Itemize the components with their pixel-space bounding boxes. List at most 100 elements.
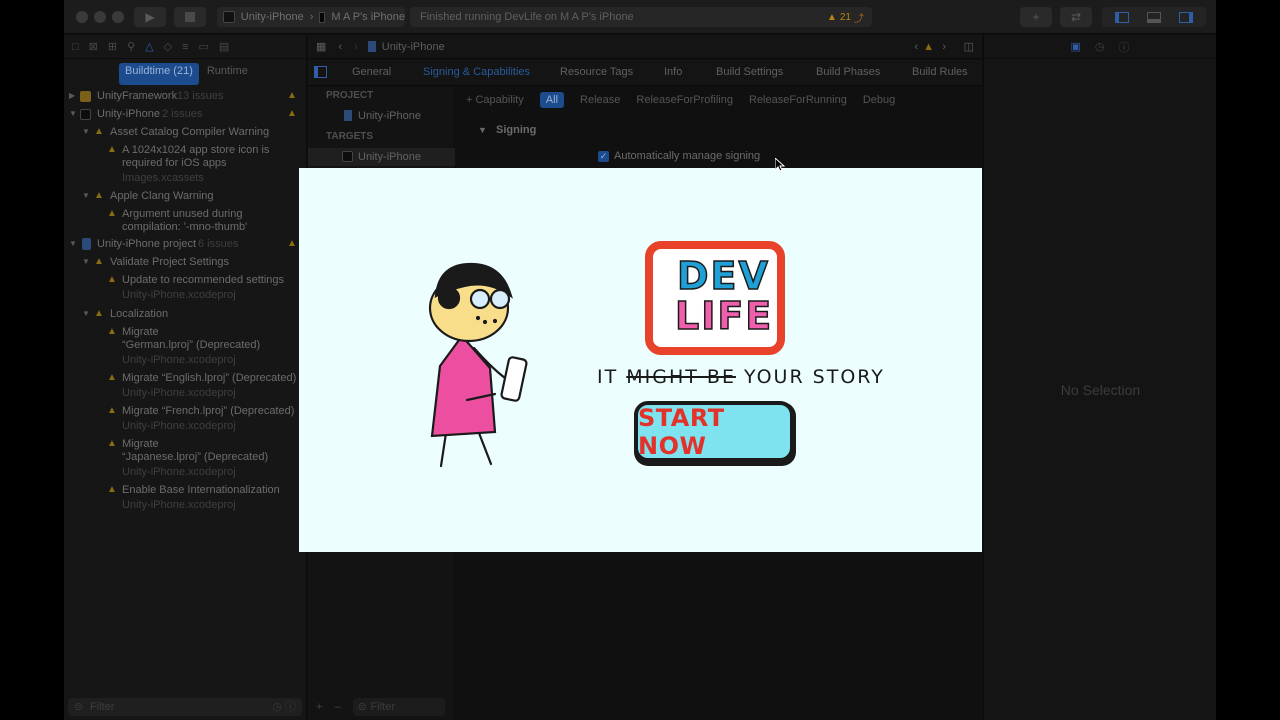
code-review-button[interactable]: ⇄ — [1060, 7, 1092, 27]
issue-category-title: Validate Project Settings — [110, 256, 230, 268]
disclosure-down-icon: ▼ — [82, 309, 90, 318]
breakpoint-icon[interactable]: ▭ — [199, 40, 209, 53]
source-control-icon[interactable]: ⊠ — [89, 40, 98, 53]
issue-item[interactable]: ▲ Migrate “French.lproj” (Deprecated) Un… — [64, 405, 307, 435]
forward-arrow-icon[interactable]: › — [354, 41, 358, 53]
auto-sign-checkbox[interactable]: ✓ — [598, 150, 609, 162]
warning-icon: ▲ — [107, 144, 117, 155]
report-icon[interactable]: ▤ — [219, 40, 229, 53]
issue-item[interactable]: ▲ Argument unused during compilation: '-… — [64, 208, 307, 236]
test-icon[interactable]: ◇ — [164, 40, 172, 53]
navigator-filter-field[interactable]: ⊜ Filter ◷ ⓘ — [68, 698, 302, 716]
tab-build-phases[interactable]: Build Phases — [816, 66, 880, 78]
left-leg — [439, 431, 448, 468]
runtime-tab[interactable]: Runtime — [201, 63, 254, 85]
issue-item[interactable]: ▲ Migrate “English.lproj” (Deprecated) U… — [64, 372, 307, 402]
warning-icon[interactable]: ▲ — [923, 41, 934, 53]
issue-prev-icon[interactable]: ‹ — [914, 41, 918, 53]
stop-button[interactable] — [174, 7, 206, 27]
issue-category-title: Asset Catalog Compiler Warning — [110, 126, 270, 138]
tab-signing-capabilities[interactable]: Signing & Capabilities — [423, 66, 530, 78]
warning-badge[interactable]: ▲ 21 ⤴ — [827, 10, 864, 25]
issue-item[interactable]: ▲ Update to recommended settings Unity-i… — [64, 274, 307, 304]
tagline-end: YOUR STORY — [744, 366, 885, 388]
add-editor-icon[interactable]: ◫ — [964, 40, 974, 53]
tab-resource-tags[interactable]: Resource Tags — [560, 66, 633, 78]
tab-build-rules[interactable]: Build Rules — [912, 66, 968, 78]
warning-filter-icon[interactable]: ⓘ — [285, 698, 296, 716]
status-text: Finished running DevLife on M A P's iPho… — [420, 11, 634, 23]
issue-file: Images.xcassets — [122, 172, 204, 184]
jump-bar: ▦ ‹ › Unity-iPhone ‹ ▲ › ◫ — [308, 35, 982, 59]
close-window-button[interactable] — [76, 11, 88, 23]
folder-icon[interactable]: □ — [72, 41, 79, 53]
tab-build-settings[interactable]: Build Settings — [716, 66, 783, 78]
run-button[interactable]: ▶ — [134, 7, 166, 27]
tab-info[interactable]: Info — [664, 66, 682, 78]
config-release-running[interactable]: ReleaseForRunning — [749, 94, 847, 106]
issue-message: Migrate — [122, 438, 159, 450]
warning-icon: ▲ — [826, 12, 837, 23]
issue-count: 6 issues — [198, 238, 239, 250]
capability-bar: + Capability All Release ReleaseForProfi… — [456, 87, 982, 113]
config-release[interactable]: Release — [580, 94, 620, 106]
scheme-device: M A P's iPhone — [331, 11, 405, 23]
glasses-right — [489, 288, 511, 310]
config-all[interactable]: All — [539, 92, 565, 108]
issue-file: Unity-iPhone.xcodeproj — [122, 289, 236, 301]
play-icon: ▶ — [145, 10, 155, 24]
issue-message-cont: required for iOS apps — [122, 157, 227, 169]
activity-status: Finished running DevLife on M A P's iPho… — [410, 7, 872, 27]
tab-general[interactable]: General — [352, 66, 391, 78]
issue-next-icon[interactable]: › — [942, 41, 946, 53]
navigator-selector-bar: □ ⊠ ⊞ ⚲ △ ◇ ≡ ▭ ▤ — [64, 35, 306, 59]
clock-icon[interactable]: ◷ — [272, 698, 282, 716]
logo-dev-text: DEV — [676, 253, 770, 299]
issue-item[interactable]: ▲ Migrate “German.lproj” (Deprecated) Un… — [64, 326, 307, 370]
minimize-window-button[interactable] — [94, 11, 106, 23]
add-capability-button[interactable]: + Capability — [466, 94, 524, 106]
back-arrow-icon[interactable]: ‹ — [338, 41, 342, 53]
targets-filter-field[interactable]: ⊜ Filter — [352, 698, 445, 716]
issue-item[interactable]: ▲ Enable Base Internationalization Unity… — [64, 484, 307, 514]
tagline-struck: MIGHT BE — [626, 366, 736, 388]
issue-icon[interactable]: △ — [145, 40, 153, 53]
add-target-button[interactable]: + — [316, 701, 322, 713]
history-inspector-icon[interactable]: ◷ — [1095, 40, 1105, 53]
issue-item[interactable]: ▲ Migrate “Japanese.lproj” (Deprecated) … — [64, 438, 307, 482]
project-item[interactable]: Unity-iPhone — [358, 110, 421, 122]
buildtime-tab[interactable]: Buildtime (21) — [119, 63, 199, 85]
inspector-toggle-icon[interactable] — [1179, 11, 1193, 23]
freckle — [482, 319, 488, 325]
config-release-profiling[interactable]: ReleaseForProfiling — [636, 94, 733, 106]
debug-icon[interactable]: ≡ — [182, 41, 188, 53]
hide-targets-icon[interactable] — [314, 66, 327, 78]
scheme-target: Unity-iPhone — [240, 11, 304, 23]
issue-navigator: □ ⊠ ⊞ ⚲ △ ◇ ≡ ▭ ▤ Buildtime (21) Runtime… — [64, 35, 307, 720]
issue-item[interactable]: ▲ A 1024x1024 app store icon is required… — [64, 144, 307, 186]
navigator-toggle-icon[interactable] — [1115, 11, 1129, 23]
warning-icon: ▲ — [107, 484, 117, 495]
zoom-window-button[interactable] — [112, 11, 124, 23]
filter-placeholder: Filter — [370, 701, 396, 713]
symbol-icon[interactable]: ⊞ — [108, 40, 117, 53]
scheme-selector[interactable]: Unity-iPhone › M A P's iPhone — [217, 7, 405, 27]
related-items-icon[interactable]: ▦ — [316, 40, 326, 53]
target-item[interactable]: Unity-iPhone — [358, 151, 421, 163]
disclosure-down-icon: ▼ — [69, 109, 77, 118]
devlife-illustration — [428, 241, 796, 468]
signing-section[interactable]: ▼ Signing — [478, 124, 536, 136]
file-inspector-icon[interactable]: ▣ — [1070, 40, 1080, 53]
debug-area-toggle-icon[interactable] — [1147, 11, 1161, 23]
breadcrumb[interactable]: Unity-iPhone — [382, 41, 445, 53]
find-icon[interactable]: ⚲ — [127, 40, 135, 53]
capability-label: Capability — [475, 94, 524, 106]
remove-target-button[interactable]: – — [334, 701, 340, 713]
warning-icon: ▲ — [287, 90, 297, 101]
quick-help-icon[interactable]: ⓘ — [1119, 39, 1130, 55]
warning-icon: ▲ — [94, 126, 104, 137]
config-debug[interactable]: Debug — [863, 94, 895, 106]
issue-message: Migrate “English.lproj” (Deprecated) — [122, 372, 297, 384]
start-now-button[interactable]: START NOW — [638, 404, 790, 460]
library-button[interactable]: + — [1020, 7, 1052, 27]
